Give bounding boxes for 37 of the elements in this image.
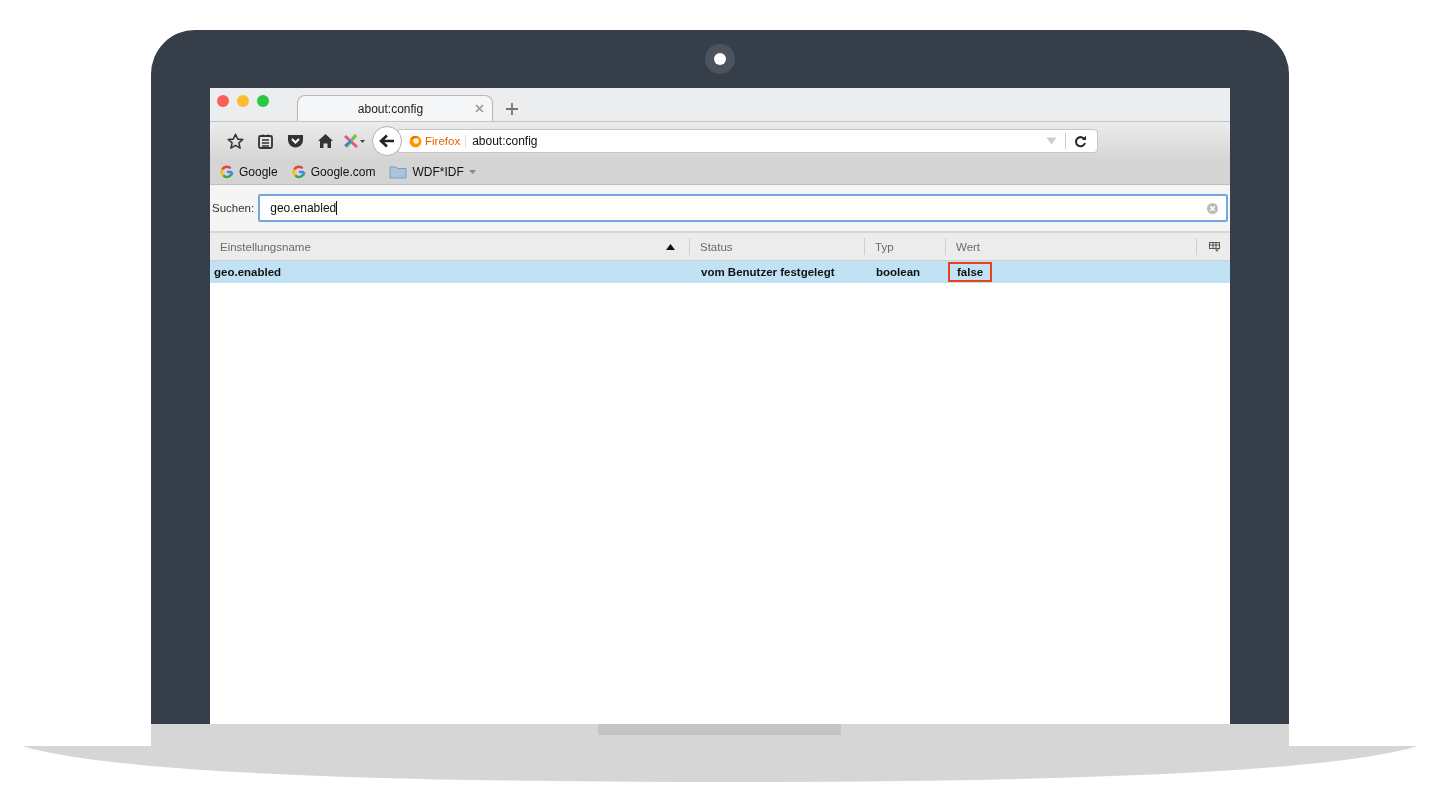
column-header[interactable]: Typ [865, 238, 946, 255]
table-cell-text: boolean [875, 265, 922, 280]
column-header[interactable]: Status [690, 238, 865, 255]
close-window-button[interactable] [217, 95, 229, 107]
site-icon [291, 165, 306, 179]
search-field[interactable]: geo.enabled [258, 194, 1228, 222]
pocket-icon[interactable] [286, 133, 304, 149]
folder-icon [389, 165, 408, 179]
browser-logo-icon [409, 134, 422, 148]
table-cell-text: vom Benutzer festgelegt [700, 265, 836, 280]
new-tab-icon[interactable] [505, 102, 519, 116]
site-icon [220, 165, 234, 179]
browser-tab[interactable]: about:config [297, 95, 493, 121]
colorful-crossed-icon[interactable] [343, 133, 367, 149]
table-cell-text: geo.enabled [213, 265, 283, 280]
back-button[interactable] [372, 126, 402, 156]
bookmark[interactable]: WDF*IDF [389, 165, 476, 179]
webcam [705, 44, 735, 74]
column-picker-icon[interactable] [1209, 241, 1220, 252]
search-label: Suchen: [212, 202, 255, 214]
close-icon[interactable] [475, 104, 484, 113]
list-icon[interactable] [257, 133, 273, 149]
address-bar[interactable]: Firefox about:config [398, 129, 1098, 153]
column-header[interactable]: Wert [946, 238, 1197, 255]
star-icon[interactable] [226, 132, 244, 150]
bookmark[interactable]: Google [220, 165, 278, 179]
table-row[interactable]: geo.enabled vom Benutzer festgelegt boolean false [210, 261, 1230, 283]
back-arrow-icon [379, 134, 395, 148]
home-icon[interactable] [316, 133, 334, 149]
column-header[interactable]: Einstellungsname [210, 238, 690, 255]
url-text: about:config [472, 134, 539, 148]
bookmark[interactable]: Google.com [291, 165, 376, 179]
identity-label: Firefox [425, 135, 461, 147]
tab-title: about:config [356, 101, 425, 116]
table-cell: false [948, 262, 993, 282]
reload-icon[interactable] [1074, 134, 1087, 148]
caret-icon [468, 170, 476, 174]
